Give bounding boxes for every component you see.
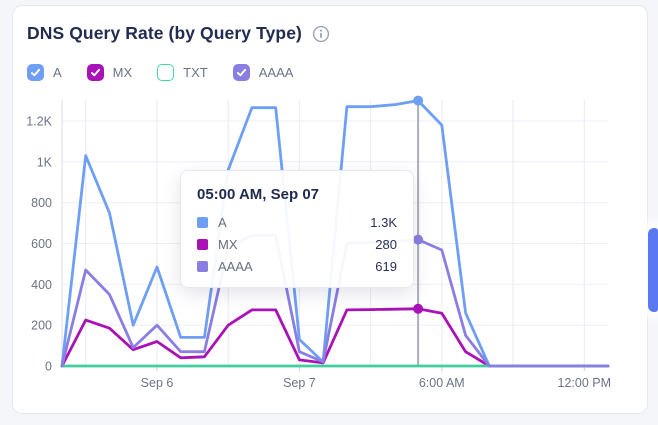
hover-dot-mx <box>413 304 423 314</box>
y-axis-label: 200 <box>31 319 52 333</box>
tooltip-timestamp: 05:00 AM, Sep 07 <box>197 186 397 203</box>
tooltip-series-label: A <box>218 215 370 230</box>
scrollbar-thumb[interactable] <box>648 228 658 312</box>
tooltip-series-value: 1.3K <box>370 215 397 230</box>
y-axis-label: 800 <box>31 196 52 210</box>
y-axis-label: 600 <box>31 237 52 251</box>
y-axis-label: 1.2K <box>26 115 52 129</box>
x-axis-label: 12:00 PM <box>558 376 612 390</box>
tooltip-row-a: A 1.3K <box>197 215 397 230</box>
series-mx-swatch <box>197 239 208 250</box>
page-background: DNS Query Rate (by Query Type) A <box>0 0 658 425</box>
chart-tooltip: 05:00 AM, Sep 07 A 1.3K MX 280 AAAA 619 <box>180 170 414 288</box>
series-aaaa-swatch <box>197 261 208 272</box>
tooltip-series-label: MX <box>218 237 375 252</box>
y-axis-label: 1K <box>37 155 53 169</box>
series-a-swatch <box>197 217 208 228</box>
y-axis-label: 400 <box>31 278 52 292</box>
hover-dot-aaaa <box>413 235 423 245</box>
x-axis-label: Sep 7 <box>283 376 316 390</box>
x-axis-label: Sep 6 <box>141 376 174 390</box>
tooltip-series-value: 619 <box>375 259 397 274</box>
hover-dot-a <box>413 96 423 106</box>
tooltip-series-label: AAAA <box>218 259 375 274</box>
tooltip-row-mx: MX 280 <box>197 237 397 252</box>
tooltip-row-aaaa: AAAA 619 <box>197 259 397 274</box>
y-axis-label: 0 <box>45 360 52 374</box>
tooltip-series-value: 280 <box>375 237 397 252</box>
x-axis-label: 6:00 AM <box>419 376 465 390</box>
